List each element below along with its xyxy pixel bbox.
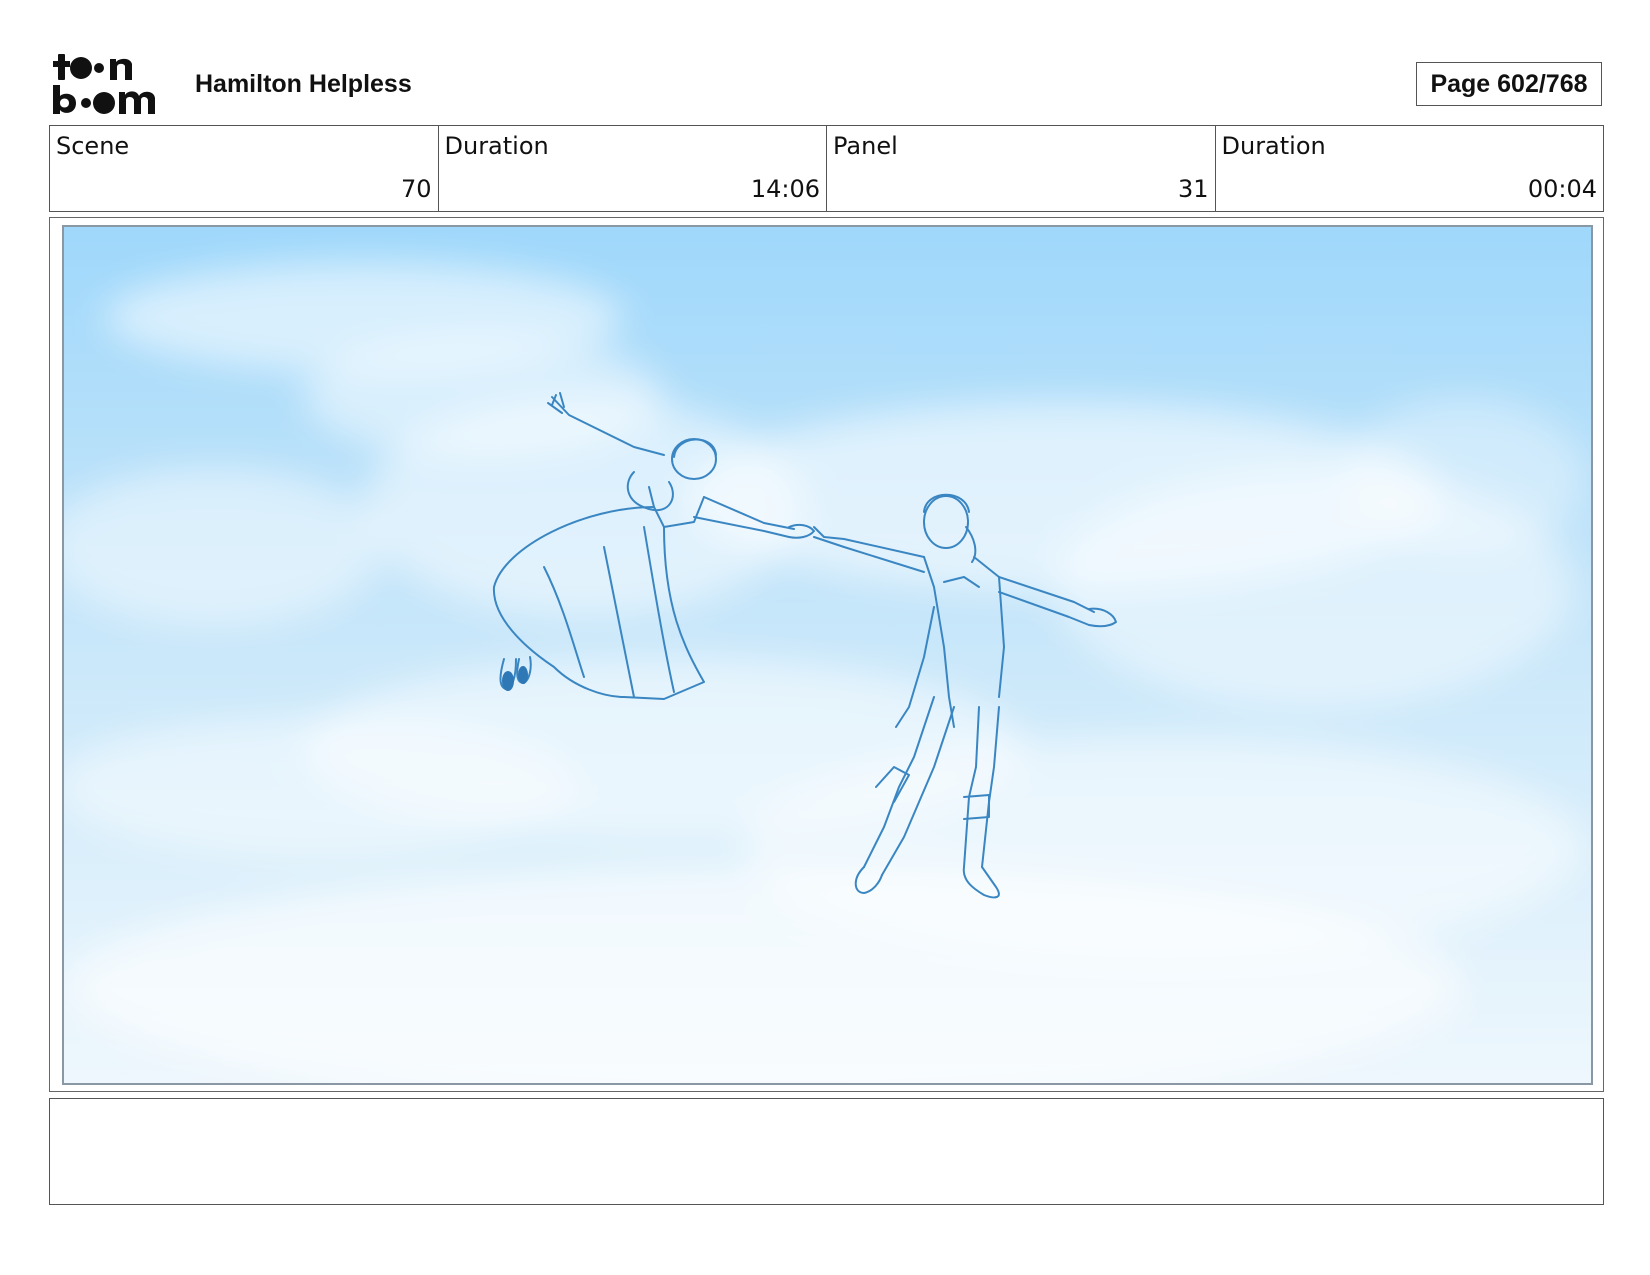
page-number-label: Page 602/768 — [1430, 69, 1588, 98]
panel-drawing — [64, 262, 1584, 1083]
clouds — [64, 262, 1584, 1083]
panel-notes-box — [49, 1098, 1604, 1205]
scene-value: 70 — [400, 175, 432, 203]
panel-value: 31 — [1177, 175, 1209, 203]
scene-duration-label: Duration — [444, 132, 549, 160]
document-title: Hamilton Helpless — [195, 70, 412, 98]
scene-duration-cell: Duration 14:06 — [439, 126, 827, 211]
toon-boom-logo — [53, 54, 155, 114]
scene-cell: Scene 70 — [50, 126, 439, 211]
scene-duration-value: 14:06 — [750, 175, 820, 203]
page-number-badge: Page 602/768 — [1416, 62, 1602, 106]
panel-duration-label: Duration — [1221, 132, 1326, 160]
panel-cell: Panel 31 — [827, 126, 1216, 211]
panel-duration-cell: Duration 00:04 — [1216, 126, 1604, 211]
scene-label: Scene — [56, 132, 130, 160]
panel-label: Panel — [833, 132, 898, 160]
panel-info-table: Scene 70 Duration 14:06 Panel 31 Duratio… — [49, 125, 1604, 212]
panel-duration-value: 00:04 — [1527, 175, 1597, 203]
storyboard-panel-image — [62, 225, 1593, 1085]
